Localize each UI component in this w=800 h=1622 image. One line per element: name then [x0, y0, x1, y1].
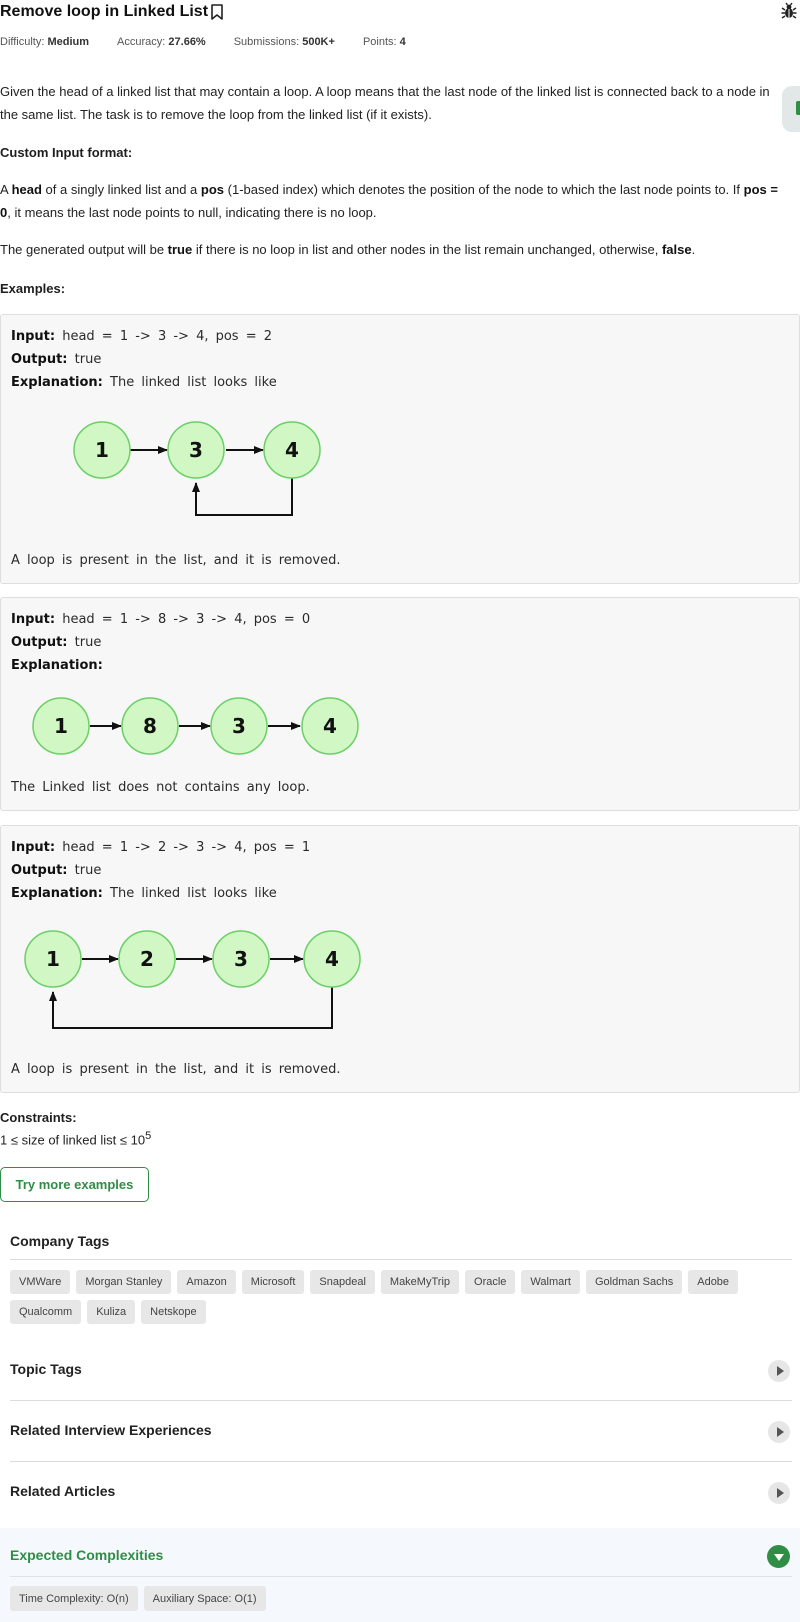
company-tag[interactable]: Walmart	[521, 1270, 580, 1294]
svg-text:1: 1	[95, 438, 109, 462]
list-node: 1	[24, 930, 82, 988]
related-articles-section[interactable]: Related Articles	[0, 1462, 800, 1523]
example-1: Input: head = 1 -> 3 -> 4, pos = 2 Outpu…	[0, 314, 800, 584]
accuracy: Accuracy: 27.66%	[117, 36, 206, 48]
svg-text:2: 2	[140, 947, 154, 971]
bookmark-icon[interactable]	[210, 3, 224, 21]
title-row: Remove loop in Linked List	[0, 0, 224, 24]
problem-meta: Difficulty: Medium Accuracy: 27.66% Subm…	[0, 36, 434, 48]
company-tag[interactable]: Snapdeal	[310, 1270, 375, 1294]
linked-list-diagram: 1 2 3 4	[24, 930, 361, 1029]
bug-icon[interactable]	[780, 2, 798, 20]
topic-tags-section[interactable]: Topic Tags	[0, 1340, 800, 1401]
related-interview-experiences-section[interactable]: Related Interview Experiences	[0, 1401, 800, 1462]
list-node: 3	[167, 421, 225, 479]
chevron-down-icon[interactable]	[767, 1545, 790, 1568]
expected-complexities-heading[interactable]: Expected Complexities	[10, 1547, 163, 1563]
custom-input-text: A head of a singly linked list and a pos…	[0, 182, 778, 220]
svg-text:3: 3	[234, 947, 248, 971]
svg-text:4: 4	[285, 438, 299, 462]
accordion-title: Related Articles	[10, 1483, 116, 1499]
problem-intro: Given the head of a linked list that may…	[0, 84, 770, 122]
loop-arrow	[192, 478, 293, 516]
company-tag[interactable]: Qualcomm	[10, 1300, 82, 1324]
company-tag[interactable]: VMWare	[10, 1270, 71, 1294]
linked-list-diagram: 1 3 4	[73, 421, 321, 516]
company-tag[interactable]: Morgan Stanley	[76, 1270, 172, 1294]
custom-input-heading: Custom Input format:	[0, 145, 133, 160]
examples-heading: Examples:	[0, 281, 66, 296]
company-tag[interactable]: Amazon	[177, 1270, 236, 1294]
accordion-title: Related Interview Experiences	[10, 1422, 212, 1438]
list-node: 1	[73, 421, 131, 479]
chevron-right-icon[interactable]	[768, 1421, 790, 1443]
list-node: 3	[212, 930, 270, 988]
chevron-right-icon[interactable]	[768, 1482, 790, 1504]
list-node: 3	[210, 697, 268, 755]
svg-text:3: 3	[189, 438, 203, 462]
svg-text:4: 4	[323, 714, 337, 738]
example-note: A loop is present in the list, and it is…	[11, 1062, 341, 1077]
constraints-text: 1 ≤ size of linked list ≤ 105	[0, 1130, 152, 1148]
complexity-tags: Time Complexity: O(n) Auxiliary Space: O…	[10, 1586, 272, 1617]
problem-header: Remove loop in Linked List Difficulty: M…	[0, 0, 800, 60]
example-2: Input: head = 1 -> 8 -> 3 -> 4, pos = 0 …	[0, 597, 800, 811]
svg-text:4: 4	[325, 947, 339, 971]
svg-text:1: 1	[54, 714, 68, 738]
example-note: The Linked list does not contains any lo…	[11, 780, 310, 795]
list-node: 8	[121, 697, 179, 755]
time-complexity-tag: Time Complexity: O(n)	[10, 1586, 138, 1611]
svg-text:3: 3	[232, 714, 246, 738]
list-node: 4	[303, 930, 361, 988]
loop-arrow	[49, 987, 333, 1029]
company-tags-list: VMWare Morgan Stanley Amazon Microsoft S…	[10, 1270, 800, 1330]
company-tag[interactable]: MakeMyTrip	[380, 1270, 460, 1294]
svg-text:8: 8	[143, 714, 157, 738]
example-3: Input: head = 1 -> 2 -> 3 -> 4, pos = 1 …	[0, 825, 800, 1093]
points: Points: 4	[362, 36, 406, 48]
divider	[10, 1259, 792, 1260]
list-node: 2	[118, 930, 176, 988]
company-tags-heading: Company Tags	[10, 1233, 110, 1249]
list-node: 4	[301, 697, 359, 755]
company-tag[interactable]: Oracle	[465, 1270, 516, 1294]
accordion-title: Topic Tags	[10, 1361, 82, 1377]
linked-list-diagram: 1 8 3 4	[32, 697, 359, 755]
difficulty: Difficulty: Medium	[0, 36, 90, 48]
expected-complexities-section: Expected Complexities Time Complexity: O…	[0, 1528, 800, 1622]
divider	[10, 1576, 792, 1577]
list-node: 1	[32, 697, 90, 755]
company-tag[interactable]: Adobe	[688, 1270, 739, 1294]
company-tag[interactable]: Microsoft	[241, 1270, 305, 1294]
company-tag[interactable]: Kuliza	[87, 1300, 136, 1324]
list-node: 4	[263, 421, 321, 479]
try-more-examples-button[interactable]: Try more examples	[0, 1167, 149, 1202]
company-tag[interactable]: Goldman Sachs	[585, 1270, 683, 1294]
output-description: The generated output will be true if the…	[0, 242, 696, 257]
submissions: Submissions: 500K+	[233, 36, 335, 48]
example-note: A loop is present in the list, and it is…	[11, 553, 341, 568]
constraints-heading: Constraints:	[0, 1110, 77, 1125]
company-tag[interactable]: Netskope	[141, 1300, 206, 1324]
chevron-right-icon[interactable]	[768, 1360, 790, 1382]
svg-text:1: 1	[46, 947, 60, 971]
problem-title: Remove loop in Linked List	[0, 3, 209, 20]
space-complexity-tag: Auxiliary Space: O(1)	[143, 1586, 266, 1611]
